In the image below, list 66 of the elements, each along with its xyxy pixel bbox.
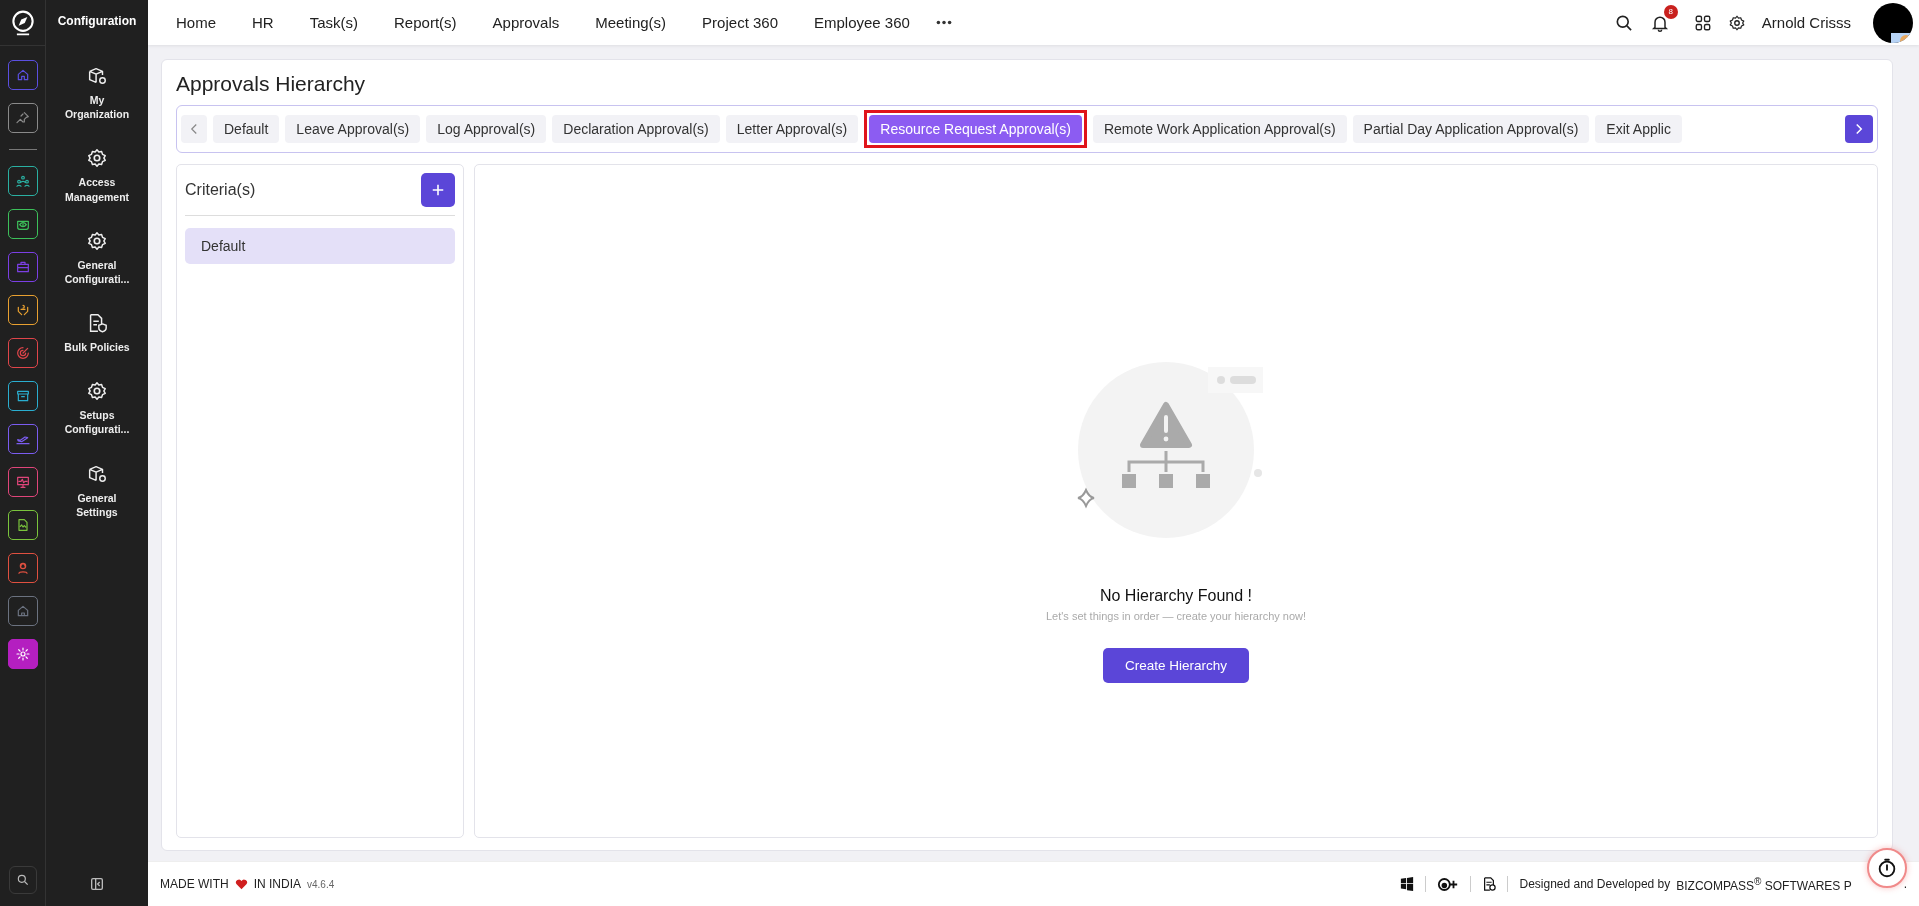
monitor-icon[interactable] bbox=[7, 467, 38, 497]
tab[interactable]: Declaration Approval(s) bbox=[552, 115, 720, 143]
footer-text: MADE WITH bbox=[160, 877, 229, 891]
document-icon[interactable] bbox=[7, 510, 38, 540]
apps-grid-icon[interactable] bbox=[1693, 13, 1712, 32]
people-icon[interactable] bbox=[7, 166, 38, 196]
search-icon[interactable] bbox=[8, 866, 37, 894]
company-name: BIZCOMPASS$^{®}$ SOFTWARES P bbox=[1676, 875, 1852, 893]
sidebar-item[interactable]: My Organization bbox=[49, 65, 145, 122]
house-icon[interactable] bbox=[7, 596, 38, 626]
tab[interactable]: Resource Request Approval(s) bbox=[869, 115, 1082, 143]
eye-icon[interactable] bbox=[7, 209, 38, 239]
timer-icon[interactable] bbox=[1867, 848, 1907, 888]
nav-link[interactable]: Approvals bbox=[492, 14, 560, 31]
sidebar-item[interactable]: General Configurati... bbox=[49, 229, 145, 287]
person-icon[interactable] bbox=[7, 553, 38, 583]
add-icon[interactable] bbox=[421, 173, 455, 207]
tab[interactable]: Exit Applic bbox=[1595, 115, 1682, 143]
user-name[interactable]: Arnold Crisss bbox=[1761, 14, 1851, 31]
home-icon[interactable] bbox=[7, 60, 38, 90]
sidebar-item[interactable]: Access Management bbox=[49, 147, 145, 204]
sidebar-item[interactable]: Setups Configurati... bbox=[49, 380, 145, 437]
tab[interactable]: Letter Approval(s) bbox=[725, 115, 859, 143]
sidebar-item[interactable]: Bulk Policies bbox=[49, 312, 145, 355]
notification-count: 8 bbox=[1663, 4, 1678, 19]
footer-text: . bbox=[1903, 877, 1907, 891]
gear-icon bbox=[86, 229, 108, 252]
box-gear-icon bbox=[86, 65, 108, 87]
footer-text: Designed and Developed by bbox=[1519, 877, 1671, 891]
section-title: Configuration bbox=[57, 13, 137, 30]
tab[interactable]: Log Approval(s) bbox=[426, 115, 547, 143]
tab[interactable]: Remote Work Application Approval(s) bbox=[1092, 115, 1347, 143]
footer-text: IN INDIA bbox=[253, 877, 301, 891]
nav-link[interactable]: Project 360 bbox=[702, 14, 778, 31]
criteria-item[interactable]: Default bbox=[185, 228, 455, 264]
document-check-icon[interactable] bbox=[1482, 877, 1497, 891]
nav-link[interactable]: Employee 360 bbox=[814, 14, 910, 31]
heart-icon bbox=[234, 878, 248, 890]
gear-icon bbox=[86, 147, 108, 170]
create-hierarchy-button[interactable]: Create Hierarchy bbox=[1102, 648, 1249, 683]
collapse-sidebar-icon[interactable] bbox=[89, 876, 105, 892]
tab[interactable]: Partial Day Application Approval(s) bbox=[1352, 115, 1590, 143]
empty-state-title: No Hierarchy Found ! bbox=[1099, 587, 1253, 605]
plane-icon[interactable] bbox=[7, 424, 38, 454]
more-icon[interactable] bbox=[935, 20, 952, 25]
version-label: v4.6.4 bbox=[307, 878, 335, 890]
windows-icon[interactable] bbox=[1400, 877, 1415, 891]
archive-icon[interactable] bbox=[7, 381, 38, 411]
criteria-title: Criteria(s) bbox=[185, 181, 256, 199]
target-icon[interactable] bbox=[7, 338, 38, 368]
gear-icon bbox=[86, 380, 108, 403]
nav-link[interactable]: HR bbox=[252, 14, 274, 31]
gear-icon[interactable] bbox=[7, 639, 38, 669]
tab[interactable]: Leave Approval(s) bbox=[285, 115, 421, 143]
tab[interactable]: Default bbox=[213, 115, 280, 143]
empty-state-message: Let's set things in order — create your hierarchy now! bbox=[1045, 610, 1307, 622]
nav-link[interactable]: Task(s) bbox=[309, 14, 359, 31]
chevron-right-icon[interactable] bbox=[1845, 115, 1873, 143]
page-title: Approvals Hierarchy bbox=[176, 72, 367, 96]
nav-link[interactable]: Home bbox=[176, 14, 216, 31]
briefcase-icon[interactable] bbox=[7, 252, 38, 282]
settings-icon[interactable] bbox=[1727, 13, 1746, 32]
nav-link[interactable]: Meeting(s) bbox=[595, 14, 667, 31]
sidebar-item[interactable]: General Settings bbox=[49, 462, 145, 519]
nav-link[interactable]: Report(s) bbox=[394, 14, 457, 31]
pin-icon[interactable] bbox=[7, 103, 38, 133]
